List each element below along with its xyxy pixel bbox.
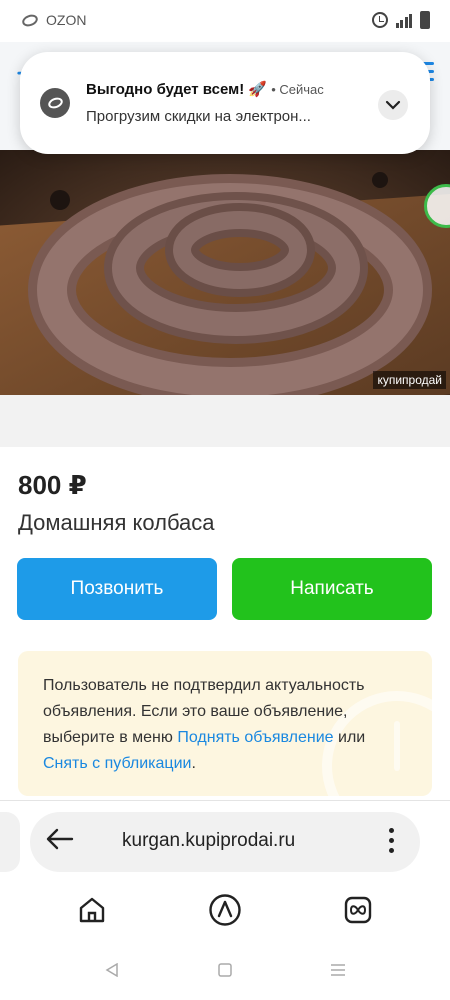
notification-body: Прогрузим скидки на электрон...: [86, 108, 311, 125]
status-app-name: OZON: [46, 12, 87, 28]
system-back-icon[interactable]: [102, 960, 122, 980]
alice-icon[interactable]: [207, 892, 243, 928]
url-text[interactable]: kurgan.kupiprodai.ru: [122, 830, 295, 852]
notice-text-part: или: [333, 729, 366, 746]
product-photo[interactable]: купипродай: [0, 150, 450, 395]
system-recents-icon[interactable]: [328, 960, 348, 980]
image-footer-strip: [0, 395, 450, 447]
ozon-notification-icon: [40, 88, 70, 118]
previous-tab[interactable]: [0, 812, 20, 872]
product-price: 800 ₽: [18, 470, 87, 500]
push-notification[interactable]: Выгодно будет всем! 🚀 • Сейчас Прогрузим…: [20, 52, 430, 154]
back-arrow-icon[interactable]: [46, 826, 74, 856]
status-bar: OZON: [0, 0, 450, 42]
browser-nav: [0, 890, 450, 935]
alarm-icon: [371, 12, 388, 28]
notice-text: Пользователь не подтвердил актуальность …: [43, 673, 413, 777]
ozon-icon: [20, 12, 40, 28]
status-app: OZON: [20, 12, 87, 28]
chevron-down-icon[interactable]: [378, 90, 408, 120]
call-button[interactable]: Позвонить: [17, 558, 217, 620]
notification-title-text: Выгодно будет всем! 🚀: [86, 81, 268, 98]
notification-time: • Сейчас: [271, 82, 324, 97]
status-icons: [371, 11, 430, 29]
product-title: Домашняя колбаса: [18, 510, 215, 535]
watermark: купипродай: [373, 371, 446, 389]
battery-icon: [420, 11, 430, 29]
address-bar[interactable]: kurgan.kupiprodai.ru: [30, 812, 420, 872]
home-icon[interactable]: [74, 892, 110, 928]
notification-title: Выгодно будет всем! 🚀 • Сейчас: [86, 80, 324, 98]
notice-box: Пользователь не подтвердил актуальность …: [18, 651, 432, 796]
system-navigation: [0, 955, 450, 985]
wifi-signal-icon: [395, 12, 412, 28]
unpublish-link[interactable]: Снять с публикации: [43, 755, 191, 772]
divider: [0, 800, 450, 801]
notice-text-part: .: [191, 755, 196, 772]
write-button[interactable]: Написать: [232, 558, 432, 620]
tabs-icon[interactable]: [340, 892, 376, 928]
system-home-icon[interactable]: [215, 960, 235, 980]
raise-ad-link[interactable]: Поднять объявление: [177, 729, 333, 746]
more-vert-icon[interactable]: [389, 828, 394, 853]
